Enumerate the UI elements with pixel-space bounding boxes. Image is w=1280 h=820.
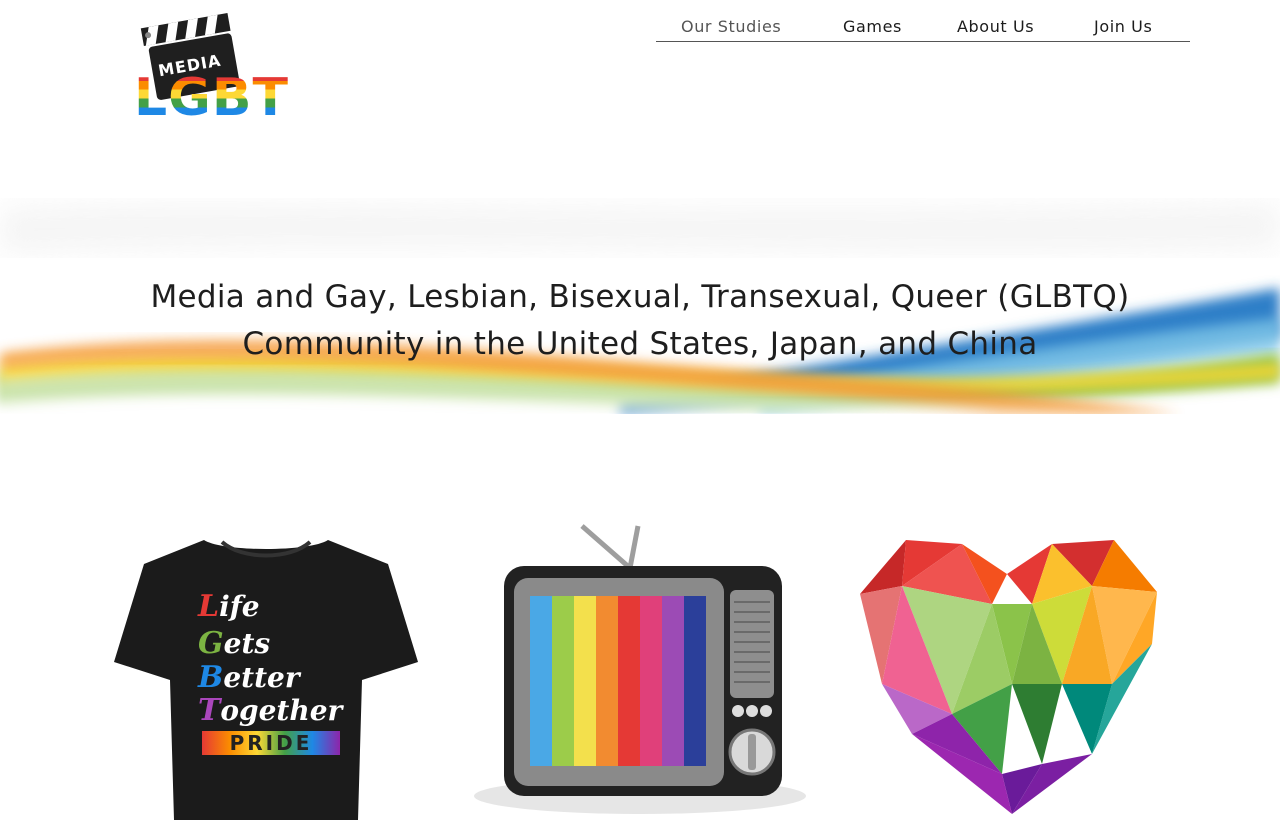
tshirt-initial-t: T [198,693,221,728]
tshirt-initial-g: G [198,626,224,661]
rainbow-heart-icon [860,540,1157,814]
nav-about-us[interactable]: About Us [957,17,1034,36]
hero-title: Media and Gay, Lesbian, Bisexual, Transe… [0,274,1280,368]
tshirt-rest-ogether: ogether [220,694,343,727]
tshirt-initial-b: B [198,660,224,695]
nav-join-us[interactable]: Join Us [1094,17,1152,36]
tshirt-rest-etter: etter [223,661,300,694]
tshirt-initial-l: L [198,589,220,624]
tshirt-line-together: Together [198,696,342,726]
rainbow-heart-image[interactable] [852,534,1162,820]
tshirt-pride-banner: PRIDE [202,731,340,755]
retro-tv-icon [474,524,806,814]
retro-tv-image[interactable] [472,524,808,820]
logo-lgbt-text: LGBT [134,68,289,128]
tshirt-line-life: Life [198,592,260,622]
hero-title-line-1: Media and Gay, Lesbian, Bisexual, Transe… [150,279,1130,315]
tv-color-bars [530,596,706,766]
hero-banner: Media and Gay, Lesbian, Bisexual, Transe… [0,178,1280,414]
hero-title-line-2: Community in the United States, Japan, a… [242,326,1038,362]
nav-games[interactable]: Games [843,17,902,36]
tshirt-rest-ets: ets [223,627,271,660]
tshirt-line-gets: Gets [198,629,270,659]
nav-our-studies[interactable]: Our Studies [681,17,781,36]
tshirt-line-better: Better [198,663,300,693]
site-logo[interactable]: MEDIA LGBT [132,8,292,126]
pride-tshirt-image[interactable]: Life Gets Better Together PRIDE [112,534,420,820]
main-nav: Our Studies Games About Us Join Us [656,17,1190,42]
tshirt-rest-ife: ife [219,590,260,623]
